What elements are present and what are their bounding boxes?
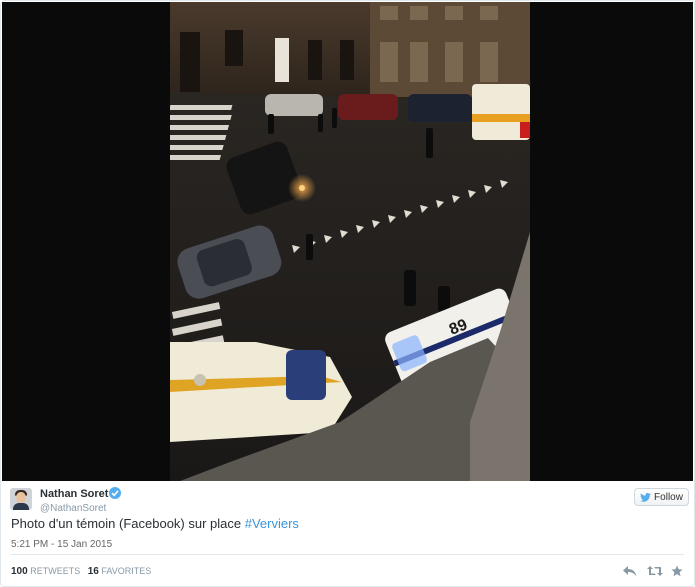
- favorites-label[interactable]: FAVORITES: [101, 566, 151, 576]
- tweet-text-body: Photo d'un témoin (Facebook) sur place: [11, 516, 245, 531]
- twitter-bird-icon: [640, 492, 651, 502]
- verified-badge-icon: [109, 487, 121, 499]
- retweets-label[interactable]: RETWEETS: [30, 566, 80, 576]
- divider: [11, 554, 684, 555]
- tweet-stats: 100 RETWEETS 16 FAVORITES: [11, 566, 151, 577]
- retweet-icon[interactable]: [647, 564, 663, 576]
- tweet-actions: [623, 564, 685, 577]
- tweet-media[interactable]: 89: [2, 2, 693, 481]
- retweets-count[interactable]: 100: [11, 566, 28, 577]
- witness-photo[interactable]: 89: [170, 2, 530, 481]
- tweet-meta: Nathan Soret @NathanSoret Follow Photo d…: [1, 482, 694, 586]
- star-icon[interactable]: [671, 564, 685, 577]
- reply-icon[interactable]: [623, 564, 637, 577]
- follow-button[interactable]: Follow: [634, 488, 689, 506]
- follow-label: Follow: [654, 491, 683, 503]
- favorites-count[interactable]: 16: [88, 566, 99, 577]
- tweet-timestamp[interactable]: 5:21 PM - 15 Jan 2015: [11, 539, 112, 550]
- embedded-tweet: 89 Nathan Soret @NathanSoret Follow Phot…: [0, 0, 695, 587]
- avatar[interactable]: [10, 488, 32, 510]
- author-handle[interactable]: @NathanSoret: [40, 503, 106, 514]
- author-name[interactable]: Nathan Soret: [40, 488, 108, 500]
- tweet-text: Photo d'un témoin (Facebook) sur place #…: [11, 516, 299, 531]
- hashtag-link[interactable]: #Verviers: [245, 516, 299, 531]
